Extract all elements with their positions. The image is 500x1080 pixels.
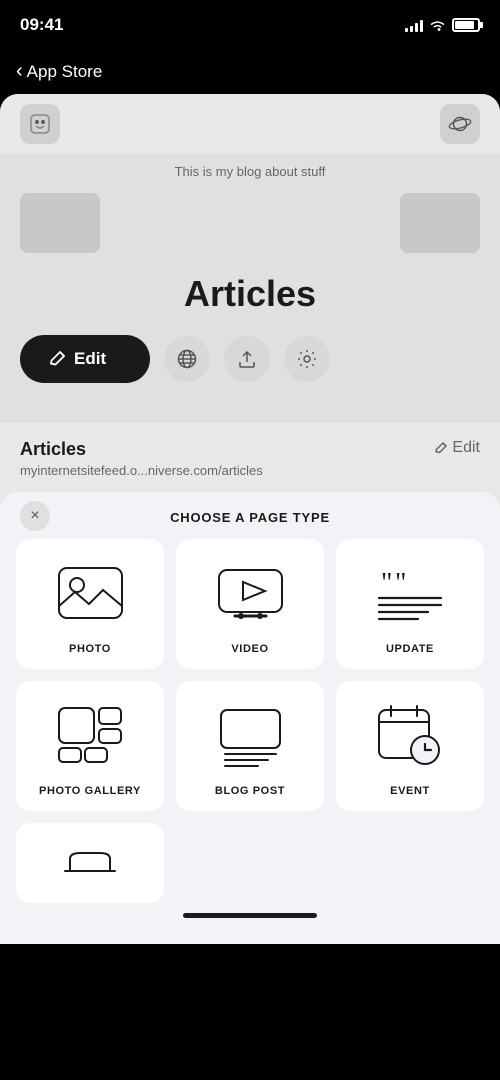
page-title: Articles bbox=[184, 273, 316, 315]
home-indicator bbox=[0, 903, 500, 924]
image-placeholders bbox=[20, 193, 480, 253]
smiley-icon bbox=[29, 113, 51, 135]
photo-type-icon bbox=[50, 559, 130, 629]
video-type-icon bbox=[210, 559, 290, 629]
page-info-left: Articles myinternetsitefeed.o...niverse.… bbox=[20, 439, 434, 478]
gear-icon bbox=[296, 348, 318, 370]
update-type-icon: " " bbox=[370, 559, 450, 629]
blog-subtitle: This is my blog about stuff bbox=[175, 164, 326, 179]
svg-text:": " bbox=[381, 568, 392, 599]
app-area: This is my blog about stuff Articles Edi… bbox=[0, 94, 500, 944]
bottom-sheet: × CHOOSE A PAGE TYPE PHOTO bbox=[0, 492, 500, 944]
image-placeholder-right bbox=[400, 193, 480, 253]
update-type-label: UPDATE bbox=[386, 643, 434, 655]
page-type-video[interactable]: VIDEO bbox=[176, 539, 324, 669]
page-type-event[interactable]: EVENT bbox=[336, 681, 484, 811]
page-name: Articles bbox=[20, 439, 434, 460]
planet-button[interactable] bbox=[440, 104, 480, 144]
home-bar bbox=[183, 913, 317, 918]
event-type-label: EVENT bbox=[390, 785, 430, 797]
page-content: This is my blog about stuff Articles Edi… bbox=[0, 154, 500, 423]
share-icon bbox=[237, 348, 257, 370]
page-type-store-partial[interactable] bbox=[16, 823, 164, 903]
status-time: 09:41 bbox=[20, 15, 63, 35]
action-buttons: Edit bbox=[20, 335, 480, 383]
status-bar: 09:41 bbox=[0, 0, 500, 50]
signal-bars-icon bbox=[405, 18, 423, 32]
video-type-label: VIDEO bbox=[231, 643, 268, 655]
page-type-blog-post[interactable]: BLOG POST bbox=[176, 681, 324, 811]
photo-gallery-type-icon bbox=[50, 701, 130, 771]
image-placeholder-left bbox=[20, 193, 100, 253]
close-button[interactable]: × bbox=[20, 501, 50, 531]
back-chevron-icon: ‹ bbox=[16, 60, 23, 83]
app-top-bar bbox=[0, 94, 500, 154]
settings-button[interactable] bbox=[284, 336, 330, 382]
svg-text:": " bbox=[395, 568, 406, 599]
back-button[interactable]: ‹ App Store bbox=[16, 61, 102, 83]
blog-post-type-label: BLOG POST bbox=[215, 785, 285, 797]
close-icon: × bbox=[30, 507, 39, 525]
globe-button[interactable] bbox=[164, 336, 210, 382]
sheet-title: CHOOSE A PAGE TYPE bbox=[170, 510, 330, 525]
planet-icon bbox=[448, 113, 472, 135]
edit-button-label: Edit bbox=[74, 349, 106, 369]
page-type-grid: PHOTO VIDEO bbox=[0, 539, 500, 811]
page-type-photo-gallery[interactable]: PHOTO GALLERY bbox=[16, 681, 164, 811]
partial-row bbox=[0, 811, 500, 903]
nav-bar: ‹ App Store bbox=[0, 50, 500, 94]
edit-link-icon bbox=[434, 441, 448, 455]
share-button[interactable] bbox=[224, 336, 270, 382]
page-edit-link[interactable]: Edit bbox=[434, 439, 480, 457]
blog-post-type-icon bbox=[210, 701, 290, 771]
battery-icon bbox=[452, 18, 480, 32]
page-type-photo[interactable]: PHOTO bbox=[16, 539, 164, 669]
edit-pencil-icon bbox=[48, 350, 66, 368]
photo-type-label: PHOTO bbox=[69, 643, 111, 655]
wifi-icon bbox=[429, 18, 446, 32]
page-type-update[interactable]: " " UPDATE bbox=[336, 539, 484, 669]
event-type-icon bbox=[370, 701, 450, 771]
photo-gallery-type-label: PHOTO GALLERY bbox=[39, 785, 141, 797]
edit-button[interactable]: Edit bbox=[20, 335, 150, 383]
smiley-button[interactable] bbox=[20, 104, 60, 144]
page-info-section: Articles myinternetsitefeed.o...niverse.… bbox=[0, 423, 500, 492]
sheet-header: × CHOOSE A PAGE TYPE bbox=[0, 492, 500, 539]
page-url: myinternetsitefeed.o...niverse.com/artic… bbox=[20, 463, 434, 478]
page-edit-label: Edit bbox=[452, 439, 480, 457]
back-label: App Store bbox=[27, 62, 103, 82]
globe-icon bbox=[176, 348, 198, 370]
status-icons bbox=[405, 18, 480, 32]
